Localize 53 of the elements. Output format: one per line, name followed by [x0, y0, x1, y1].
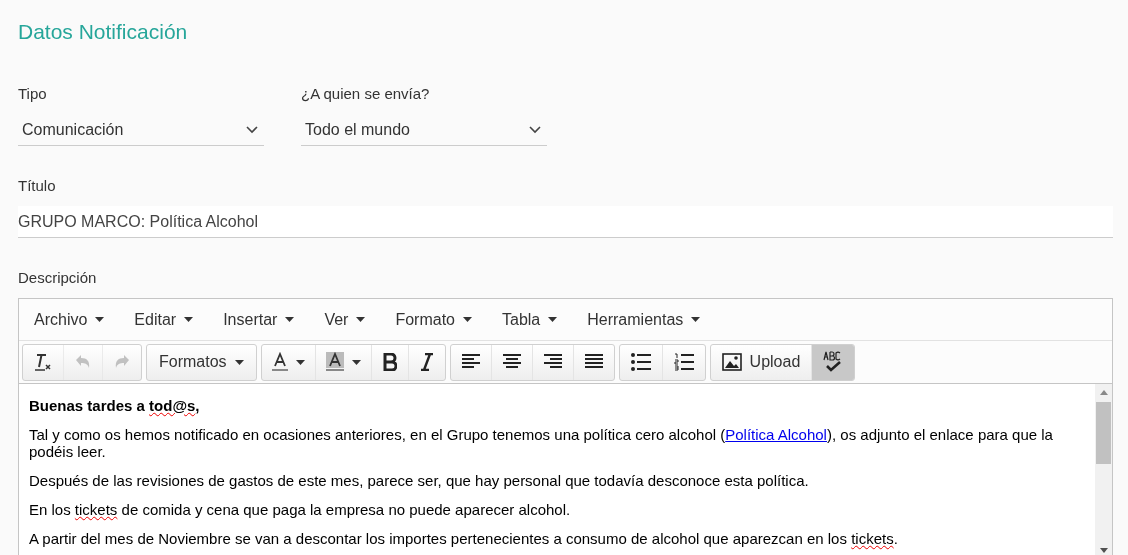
menu-item[interactable]: Archivo: [34, 307, 105, 332]
caret-icon: [95, 317, 105, 322]
undo-icon: [75, 354, 91, 370]
scroll-up-icon[interactable]: [1099, 390, 1108, 395]
redo-icon: [114, 354, 130, 370]
field-label: ¿A quien se envía?: [301, 84, 430, 104]
link[interactable]: Política Alcohol: [725, 426, 827, 443]
field-label: Descripción: [18, 268, 97, 288]
highlight-color-icon: [325, 352, 344, 372]
formats-dropdown[interactable]: Formatos: [147, 344, 256, 380]
italic-icon: [419, 353, 434, 371]
field-label: Título: [18, 176, 56, 196]
menu-item[interactable]: Herramientas: [587, 307, 701, 332]
menu-item[interactable]: Ver: [324, 307, 366, 332]
chevron-down-icon: [246, 126, 258, 134]
chevron-down-icon: [529, 126, 541, 134]
text-color-icon: [271, 352, 288, 372]
caret-icon: [691, 317, 701, 322]
image-icon: [721, 353, 742, 371]
menu-item[interactable]: Editar: [134, 307, 194, 332]
menu-item[interactable]: Formato: [395, 307, 472, 332]
clear-formatting-icon: [34, 352, 52, 372]
caret-icon: [184, 317, 194, 322]
paragraph: Después de las revisiones de gastos de este mes, parece ser, que hay personal que todavía desconoce esta política.: [29, 472, 810, 489]
caret-icon: [234, 359, 244, 365]
paragraph: A partir del mes de Noviembre se van a descontar los importes pertenecientes a consumo de alcohol que aparezcan en los tickets.: [29, 530, 899, 547]
paragraph: En los tickets de comida y cena que paga la empresa no puede aparecer alcohol.: [29, 501, 572, 518]
scrollbar[interactable]: [1095, 384, 1112, 555]
select-field[interactable]: Comunicación: [18, 115, 264, 146]
caret-icon: [295, 359, 305, 365]
bold-icon: [382, 353, 397, 371]
paragraph: Buenas tardes a tod@s,: [29, 397, 201, 414]
caret-icon: [285, 317, 295, 322]
paragraph: Tal y como os hemos notificado en ocasiones anteriores, en el Grupo tenemos una política cero alcohol (Política Alcohol), os adjunto el enlace para que la podéis leer.: [29, 426, 1054, 460]
numbered-list-icon: [673, 353, 694, 371]
input-field[interactable]: GRUPO MARCO: Política Alcohol: [18, 206, 1113, 238]
scroll-down-icon[interactable]: [1099, 548, 1108, 553]
caret-icon: [463, 317, 472, 322]
spellcheck-button[interactable]: [811, 344, 855, 380]
bullet-list-icon: [630, 353, 651, 371]
align-right-icon: [543, 354, 562, 370]
menu-item[interactable]: Insertar: [223, 307, 295, 332]
align-center-icon: [502, 354, 521, 370]
justify-icon: [584, 354, 603, 370]
select-field[interactable]: Todo el mundo: [301, 115, 547, 146]
field-label: Tipo: [18, 84, 47, 104]
caret-icon: [356, 317, 366, 322]
caret-icon: [548, 317, 558, 322]
upload-button[interactable]: Upload: [710, 344, 812, 380]
section-heading: Datos Notificación: [18, 19, 189, 45]
menu-item[interactable]: Tabla: [502, 307, 558, 332]
caret-icon: [351, 359, 361, 365]
align-left-icon: [461, 354, 480, 370]
